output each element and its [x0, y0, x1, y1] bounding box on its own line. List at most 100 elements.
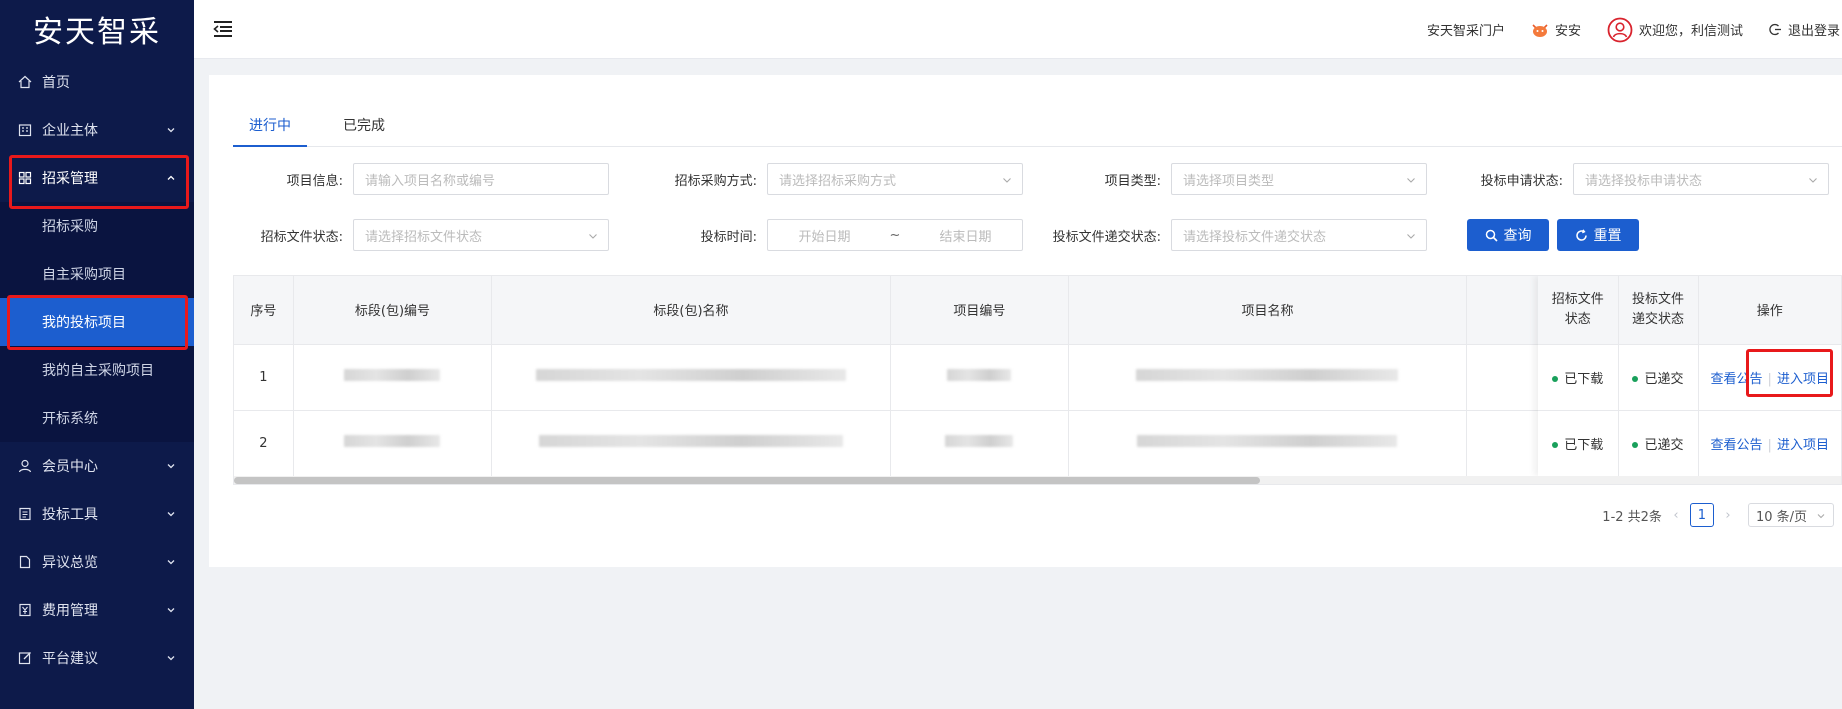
sidebar-item-procurement[interactable]: 招采管理 [0, 154, 194, 202]
user-icon [18, 459, 32, 473]
cat-mascot-icon [1531, 22, 1549, 38]
cell-redacted [890, 410, 1070, 477]
user-avatar-icon [1607, 17, 1633, 43]
sidebar-subitem-self-procurement[interactable]: 自主采购项目 [0, 250, 194, 298]
filter-type: 项目类型: 请选择项目类型 [1039, 163, 1427, 195]
refresh-icon [1575, 228, 1588, 242]
home-icon [18, 75, 32, 89]
scrollbar-thumb[interactable] [234, 477, 1260, 484]
filter-doc-status: 招标文件状态: 请选择招标文件状态 [233, 219, 609, 251]
page-number-current[interactable]: 1 [1689, 503, 1714, 527]
filter-label: 投标文件递交状态: [1052, 229, 1161, 245]
bid-time-range-picker[interactable]: 开始日期 ~ 结束日期 [767, 219, 1023, 251]
sidebar: 安天智采 首页 企业主体 招采管理 招标采购 自主采购项目 我的投标项目 我的自… [0, 0, 194, 709]
tab-completed[interactable]: 已完成 [327, 115, 401, 147]
cell-redacted [293, 344, 493, 411]
search-button[interactable]: 查询 [1467, 219, 1549, 251]
logout-icon [1769, 23, 1782, 36]
table-row: 已下载 已递交 查看公告 | 进入项目 [1538, 410, 1841, 477]
reset-button[interactable]: 重置 [1557, 219, 1639, 251]
sidebar-item-bid-tools[interactable]: 投标工具 [0, 490, 194, 538]
end-date[interactable]: 结束日期 [939, 226, 991, 245]
chevron-down-icon [167, 128, 175, 133]
status-dot [1552, 442, 1559, 448]
next-page-icon[interactable]: › [1720, 508, 1736, 523]
filter-label: 投标时间: [700, 229, 757, 245]
type-select[interactable]: 请选择项目类型 [1171, 163, 1427, 195]
sidebar-subitem-bid-opening[interactable]: 开标系统 [0, 394, 194, 442]
page-size-select[interactable]: 10 条/页 [1747, 503, 1834, 527]
sidebar-item-label: 投标工具 [42, 507, 98, 523]
col-header-index: 序号 [234, 276, 294, 345]
chevron-down-icon [589, 234, 597, 239]
sidebar-subitem-my-self-procurement[interactable]: 我的自主采购项目 [0, 346, 194, 394]
sidebar-item-label: 首页 [42, 75, 70, 91]
filter-apply-status: 投标申请状态: 请选择投标申请状态 [1447, 163, 1829, 195]
main-card: 进行中 已完成 项目信息: 请输入项目名称或编号 招标采购方式: 请选择招标采购… [209, 75, 1842, 567]
cell-redacted [890, 344, 1070, 411]
filter-bid-time: 投标时间: 开始日期 ~ 结束日期 [633, 219, 1023, 251]
status-tabs: 进行中 已完成 [233, 115, 1842, 147]
table-header-row: 招标文件状态 投标文件递交状态 操作 [1538, 276, 1841, 345]
chevron-down-icon [1809, 178, 1817, 183]
chevron-down-icon [167, 560, 175, 565]
col-header-project-name: 项目名称 [1068, 276, 1467, 345]
edit-icon [18, 651, 32, 665]
horizontal-scrollbar[interactable] [234, 476, 1841, 484]
range-separator: ~ [889, 227, 901, 243]
project-info-input[interactable]: 请输入项目名称或编号 [353, 163, 609, 195]
file-icon [18, 555, 32, 569]
doc-status-cell: 已下载 [1538, 344, 1619, 411]
sidebar-item-enterprise[interactable]: 企业主体 [0, 106, 194, 154]
filter-label: 项目信息: [286, 173, 343, 189]
view-notice-link[interactable]: 查看公告 [1711, 372, 1763, 387]
apply-status-select[interactable]: 请选择投标申请状态 [1573, 163, 1829, 195]
cell-index: 2 [234, 410, 294, 477]
logout-button[interactable]: 退出登录 [1769, 20, 1840, 39]
sidebar-item-objections[interactable]: 异议总览 [0, 538, 194, 586]
actions-cell: 查看公告 | 进入项目 [1698, 410, 1841, 477]
cell-redacted [491, 410, 891, 477]
portal-link[interactable]: 安天智采门户 [1427, 20, 1505, 39]
grid-icon [18, 171, 32, 185]
chevron-down-icon [1003, 178, 1011, 183]
table-fixed-right-columns: 招标文件状态 投标文件递交状态 操作 已下载 已递交 查看公告|进入项目 已 [1538, 276, 1841, 477]
chevron-down-icon [1817, 514, 1825, 519]
sidebar-subitem-my-bids[interactable]: 我的投标项目 [0, 298, 194, 346]
submit-status-cell: 已递交 [1618, 410, 1699, 477]
table-row: 已下载 已递交 查看公告 | 进入项目 [1538, 344, 1841, 411]
filter-label: 投标申请状态: [1480, 173, 1563, 189]
filter-project-info: 项目信息: 请输入项目名称或编号 [233, 163, 609, 195]
status-dot [1632, 442, 1639, 448]
view-notice-link[interactable]: 查看公告 [1711, 438, 1763, 453]
tab-in-progress[interactable]: 进行中 [233, 115, 307, 147]
cell-redacted [1068, 344, 1467, 411]
sidebar-item-label: 招采管理 [42, 171, 98, 187]
col-header-project-no: 项目编号 [890, 276, 1070, 345]
sidebar-item-member-center[interactable]: 会员中心 [0, 442, 194, 490]
filter-label: 招标采购方式: [674, 173, 757, 189]
pagination: 1-2 共2条 ‹ 1 › 10 条/页 [1602, 503, 1842, 527]
money-icon [18, 603, 32, 617]
prev-page-icon[interactable]: ‹ [1668, 508, 1684, 523]
chevron-down-icon [1407, 178, 1415, 183]
assistant-link[interactable]: 安安 [1531, 20, 1581, 39]
building-icon [18, 123, 32, 137]
sidebar-subitem-tender[interactable]: 招标采购 [0, 202, 194, 250]
sidebar-item-suggestions[interactable]: 平台建议 [0, 634, 194, 682]
enter-project-link[interactable]: 进入项目 [1777, 438, 1829, 453]
doc-status-select[interactable]: 请选择招标文件状态 [353, 219, 609, 251]
filter-label: 招标文件状态: [260, 229, 343, 245]
user-welcome[interactable]: 欢迎您，利信测试 [1607, 17, 1743, 43]
sidebar-item-home[interactable]: 首页 [0, 58, 194, 106]
sidebar-item-label: 平台建议 [42, 651, 98, 667]
method-select[interactable]: 请选择招标采购方式 [767, 163, 1023, 195]
sidebar-item-fees[interactable]: 费用管理 [0, 586, 194, 634]
start-date[interactable]: 开始日期 [799, 226, 851, 245]
bid-projects-table: 序号 标段(包)编号 标段(包)名称 项目编号 项目名称 1 2 招标文件状态 … [233, 275, 1842, 485]
menu-fold-icon[interactable] [212, 20, 234, 38]
chevron-down-icon [167, 464, 175, 469]
submit-status-select[interactable]: 请选择投标文件递交状态 [1171, 219, 1427, 251]
enter-project-link[interactable]: 进入项目 [1777, 372, 1829, 387]
doc-status-cell: 已下载 [1538, 410, 1619, 477]
